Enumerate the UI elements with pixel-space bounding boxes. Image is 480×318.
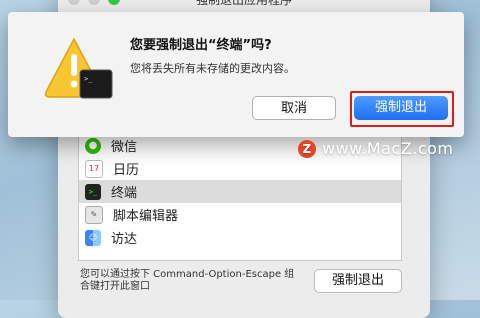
force-quit-alert: >_ 您要强制退出“终端”吗? 您将丢失所有未存储的更改内容。 取消 强制退出 (8, 12, 464, 137)
watermark: Z www.MacZ.com (298, 139, 454, 158)
finder-icon: ☺ (85, 229, 101, 246)
list-item[interactable]: ✎ 脚本编辑器 (79, 203, 401, 226)
app-name: 终端 (111, 186, 138, 201)
svg-text:>_: >_ (84, 75, 93, 83)
app-name: 日历 (113, 163, 140, 178)
watermark-text: www.MacZ.com (322, 139, 454, 158)
window-title: 强制退出应用程序 (195, 0, 292, 7)
list-item[interactable]: ☺ 访达 (79, 226, 401, 249)
script-editor-icon: ✎ (85, 205, 103, 224)
force-quit-button[interactable]: 强制退出 (314, 269, 402, 293)
list-item[interactable]: >_ 终端 (79, 180, 401, 203)
app-name: 脚本编辑器 (113, 209, 179, 224)
cancel-button[interactable]: 取消 (252, 96, 336, 120)
calendar-icon: 17 (85, 159, 103, 178)
window-titlebar: 强制退出应用程序 (58, 0, 430, 12)
app-name: 微信 (111, 140, 138, 155)
app-name: 访达 (111, 232, 138, 247)
shortcut-hint: 您可以通过按下 Command-Option-Escape 组合键打开此窗口 (80, 269, 295, 292)
highlight-box (350, 91, 454, 127)
alert-title: 您要强制退出“终端”吗? (130, 38, 272, 53)
wechat-icon: ● (85, 137, 101, 154)
alert-message: 您将丢失所有未存储的更改内容。 (130, 62, 295, 75)
watermark-logo-icon: Z (298, 139, 316, 158)
terminal-icon: >_ (85, 183, 101, 200)
warning-terminal-icon: >_ (44, 37, 113, 99)
list-item[interactable]: 17 日历 (79, 157, 401, 180)
